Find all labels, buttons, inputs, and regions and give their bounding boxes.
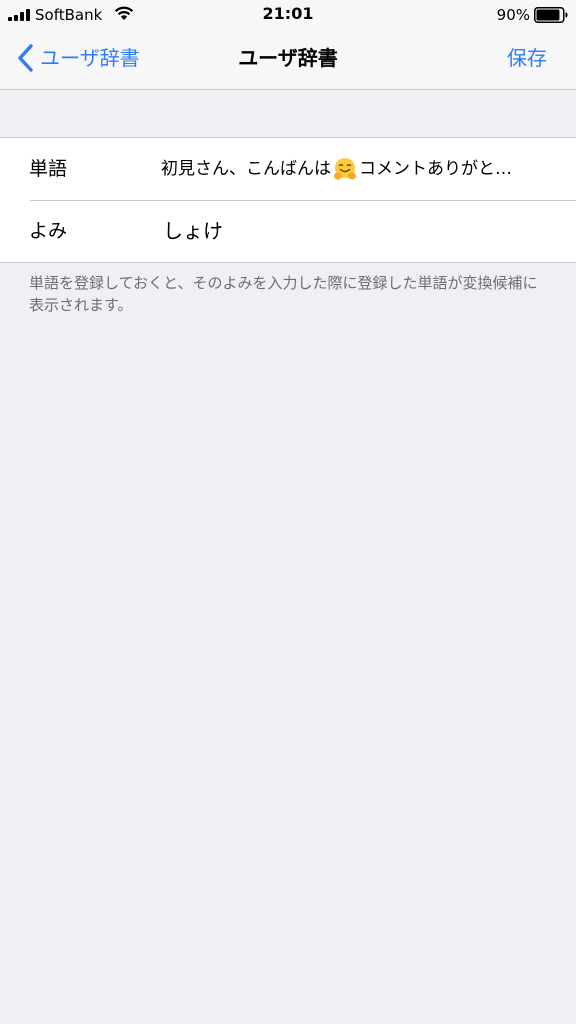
battery-percentage: 90% (496, 6, 530, 24)
word-label: 単語 (29, 158, 68, 180)
word-value-end: コメントありがと… (359, 159, 512, 179)
navigation-bar: ユーザ辞書 ユーザ辞書 保存 (0, 30, 576, 90)
reading-field[interactable]: しょけ (163, 200, 548, 262)
page-title: ユーザ辞書 (238, 46, 338, 70)
help-footnote: 単語を登録しておくと、そのよみを入力した際に登録した単語が変換候補に表示されます… (29, 274, 538, 314)
battery-icon (534, 7, 568, 23)
word-entry-form: 単語 初見さん、こんばんは コメントありがと… よみ しょけ (0, 137, 576, 263)
word-field[interactable]: 初見さん、こんばんは コメントありがと… (161, 138, 546, 200)
word-row[interactable]: 単語 初見さん、こんばんは コメントありがと… (0, 138, 576, 201)
word-value-start: 初見さん、こんばんは (161, 159, 331, 179)
clock: 21:01 (262, 4, 314, 23)
reading-label: よみ (29, 220, 68, 242)
reading-row[interactable]: よみ しょけ (0, 200, 576, 262)
save-button[interactable]: 保存 (507, 40, 547, 76)
hugging-face-emoji-icon (334, 158, 356, 180)
status-bar: SoftBank 21:01 90% (0, 0, 576, 30)
